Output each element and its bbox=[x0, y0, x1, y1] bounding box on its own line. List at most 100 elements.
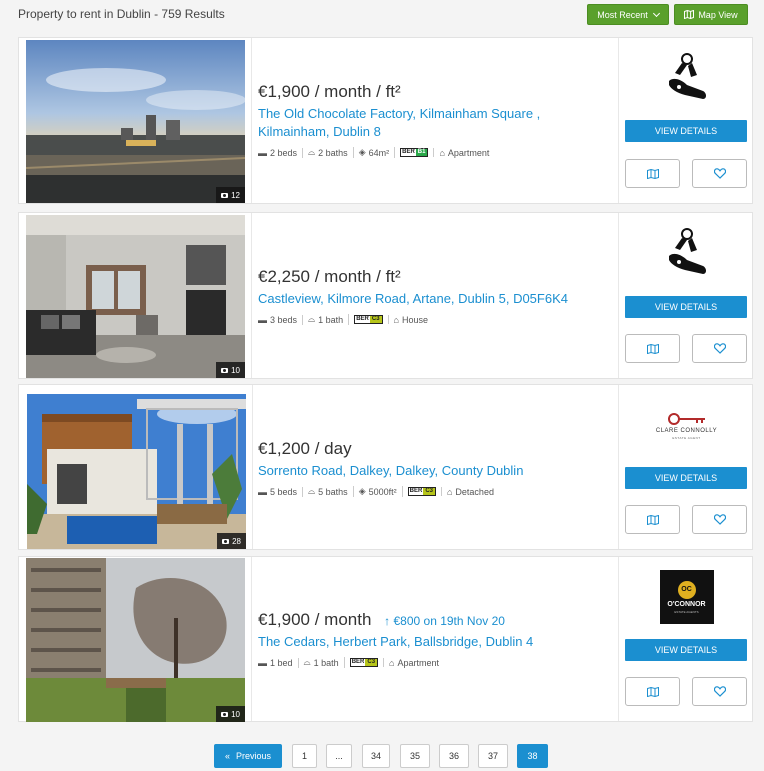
page-button[interactable]: 36 bbox=[439, 744, 469, 768]
listing-address[interactable]: Castleview, Kilmore Road, Artane, Dublin… bbox=[258, 290, 568, 308]
key-icon bbox=[667, 413, 705, 425]
page-button[interactable]: 37 bbox=[478, 744, 508, 768]
address-line[interactable]: Castleview, Kilmore Road, Artane, Dublin… bbox=[258, 290, 568, 308]
baths-feature: ⌓ 1 bath bbox=[299, 657, 345, 668]
results-title: Property to rent in Dublin - 759 Results bbox=[18, 7, 225, 21]
photo-count-badge: 28 bbox=[217, 533, 246, 549]
address-line[interactable]: Sorrento Road, Dalkey, Dalkey, County Du… bbox=[258, 462, 523, 480]
current-page-button[interactable]: 38 bbox=[517, 744, 548, 768]
bed-icon: ▬ bbox=[258, 314, 267, 325]
agent-logo[interactable] bbox=[619, 219, 754, 289]
show-on-map-button[interactable] bbox=[625, 505, 680, 534]
ber-badge: BER C3 bbox=[354, 315, 383, 324]
agent-logo[interactable] bbox=[619, 44, 754, 114]
listing-card[interactable]: 10 €2,250 / month / ft² Castleview, Kilm… bbox=[18, 212, 753, 379]
ber-feature: BER C3 bbox=[349, 315, 389, 324]
view-details-button[interactable]: VIEW DETAILS bbox=[625, 639, 747, 661]
favourite-button[interactable] bbox=[692, 159, 747, 188]
price-value: €2,250 / month / ft² bbox=[258, 267, 401, 286]
ber-rating: C3 bbox=[423, 488, 435, 495]
listing-features: ▬ 1 bed ⌓ 1 bath BER C3 ⌂ Apartment bbox=[258, 657, 533, 668]
divider bbox=[251, 557, 252, 721]
listing-price: €2,250 / month / ft² bbox=[258, 267, 568, 287]
sort-dropdown[interactable]: Most Recent bbox=[587, 4, 669, 25]
view-details-button[interactable]: VIEW DETAILS bbox=[625, 296, 747, 318]
keys-logo-icon bbox=[668, 53, 706, 99]
heart-icon bbox=[713, 514, 726, 525]
baths-value: 5 baths bbox=[318, 486, 348, 497]
view-details-button[interactable]: VIEW DETAILS bbox=[625, 120, 747, 142]
pagination: « Previous 1 ... 34 35 36 37 38 bbox=[0, 744, 764, 768]
page-ellipsis: ... bbox=[326, 744, 352, 768]
ber-feature: BER C3 bbox=[345, 658, 385, 667]
beds-value: 5 beds bbox=[270, 486, 298, 497]
type-feature: ⌂ Detached bbox=[442, 487, 499, 497]
baths-value: 2 baths bbox=[318, 147, 348, 158]
ber-badge: BER C3 bbox=[349, 658, 379, 667]
show-on-map-button[interactable] bbox=[625, 334, 680, 363]
home-icon: ⌂ bbox=[446, 486, 453, 497]
previous-page-button[interactable]: « Previous bbox=[214, 744, 282, 768]
ber-feature: BER C3 bbox=[403, 487, 442, 496]
divider bbox=[251, 213, 252, 378]
listing-features: ▬ 3 beds ⌓ 1 bath BER C3 ⌂ House bbox=[258, 314, 568, 325]
page-button[interactable]: 34 bbox=[362, 744, 390, 768]
address-line[interactable]: Kilmainham, Dublin 8 bbox=[258, 123, 540, 141]
favourite-button[interactable] bbox=[692, 505, 747, 534]
agent-logo[interactable]: CLARE CONNOLLY ESTATE AGENT bbox=[619, 391, 754, 461]
divider bbox=[252, 385, 253, 549]
bath-icon: ⌓ bbox=[308, 147, 316, 157]
favourite-button[interactable] bbox=[692, 334, 747, 363]
property-photo-image bbox=[26, 558, 245, 722]
listing-address[interactable]: The Old Chocolate Factory, Kilmainham Sq… bbox=[258, 105, 540, 141]
property-photo[interactable]: 10 bbox=[26, 215, 245, 378]
cube-icon: ◈ bbox=[358, 486, 366, 496]
listing-card[interactable]: 28 €1,200 / day Sorrento Road, Dalkey, D… bbox=[18, 384, 753, 550]
beds-value: 2 beds bbox=[270, 147, 298, 158]
show-on-map-button[interactable] bbox=[625, 159, 680, 188]
page-button[interactable]: 1 bbox=[292, 744, 317, 768]
ber-badge: BER C3 bbox=[407, 487, 436, 496]
sort-label: Most Recent bbox=[597, 9, 648, 20]
page-button[interactable]: 35 bbox=[400, 744, 430, 768]
listing-card[interactable]: 12 €1,900 / month / ft² The Old Chocolat… bbox=[18, 37, 753, 204]
bath-icon: ⌓ bbox=[308, 486, 316, 496]
ber-feature: BER B1 bbox=[395, 148, 435, 157]
beds-feature: ▬ 1 bed bbox=[258, 657, 299, 668]
type-feature: ⌂ Apartment bbox=[384, 658, 444, 668]
agent-panel: VIEW DETAILS bbox=[619, 38, 754, 203]
listing-address[interactable]: Sorrento Road, Dalkey, Dalkey, County Du… bbox=[258, 462, 523, 480]
home-icon: ⌂ bbox=[439, 147, 445, 158]
property-photo[interactable]: 28 bbox=[27, 394, 246, 549]
property-photo-image bbox=[27, 394, 246, 549]
show-on-map-button[interactable] bbox=[625, 677, 680, 706]
agent-panel: OC O'CONNOR ESTATE AGENTS VIEW DETAILS bbox=[619, 557, 754, 721]
property-photo[interactable]: 10 bbox=[26, 558, 245, 722]
view-details-button[interactable]: VIEW DETAILS bbox=[625, 467, 747, 489]
camera-icon bbox=[221, 368, 229, 373]
photo-count: 10 bbox=[231, 366, 240, 375]
listing-card[interactable]: 10 €1,900 / month ↑ €800 on 19th Nov 20 … bbox=[18, 556, 753, 722]
size-value: 64m² bbox=[368, 147, 390, 158]
agent-mark: OC bbox=[677, 580, 696, 599]
baths-feature: ⌓ 2 baths bbox=[303, 147, 354, 158]
bed-icon: ▬ bbox=[258, 147, 267, 158]
size-feature: ◈ 5000ft² bbox=[354, 486, 403, 497]
listing-price: €1,900 / month / ft² bbox=[258, 82, 540, 102]
map-view-button[interactable]: Map View bbox=[674, 4, 748, 25]
address-line[interactable]: The Cedars, Herbert Park, Ballsbridge, D… bbox=[258, 633, 533, 651]
double-chevron-left-icon: « bbox=[224, 751, 230, 761]
beds-value: 3 beds bbox=[270, 314, 298, 325]
address-line[interactable]: The Old Chocolate Factory, Kilmainham Sq… bbox=[258, 105, 540, 123]
listing-address[interactable]: The Cedars, Herbert Park, Ballsbridge, D… bbox=[258, 633, 533, 651]
results-header: Property to rent in Dublin - 759 Results… bbox=[0, 0, 764, 30]
map-icon bbox=[646, 168, 659, 179]
ber-rating: C3 bbox=[369, 316, 382, 323]
favourite-button[interactable] bbox=[692, 677, 747, 706]
camera-icon bbox=[221, 193, 229, 198]
beds-feature: ▬ 3 beds bbox=[258, 314, 304, 325]
agent-logo[interactable]: OC O'CONNOR ESTATE AGENTS bbox=[619, 570, 754, 624]
property-photo[interactable]: 12 bbox=[26, 40, 245, 203]
agent-panel: VIEW DETAILS bbox=[619, 213, 754, 378]
agent-subtitle: ESTATE AGENTS bbox=[674, 609, 699, 614]
